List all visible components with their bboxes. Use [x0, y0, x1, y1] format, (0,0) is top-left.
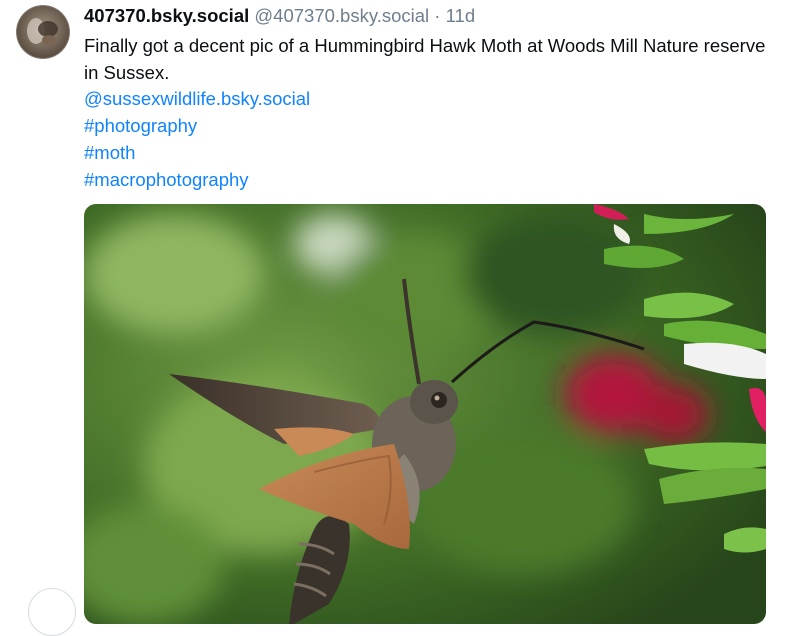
post-image[interactable]: [84, 204, 766, 624]
post-text: Finally got a decent pic of a Hummingbir…: [84, 35, 766, 83]
floating-action-icon[interactable]: [28, 588, 76, 636]
hashtag-macrophotography[interactable]: #macrophotography: [84, 167, 784, 194]
hashtag-photography[interactable]: #photography: [84, 113, 784, 140]
header-separator: ·: [429, 5, 446, 26]
avatar-image: [16, 5, 70, 59]
hashtag-moth[interactable]: #moth: [84, 140, 784, 167]
user-avatar[interactable]: [16, 5, 70, 59]
mention-link[interactable]: @sussexwildlife.bsky.social: [84, 86, 784, 113]
post-age[interactable]: 11d: [446, 5, 476, 26]
post-card: 407370.bsky.social @407370.bsky.social ·…: [0, 0, 800, 636]
moth-photo: [84, 204, 766, 624]
post-header: 407370.bsky.social @407370.bsky.social ·…: [84, 5, 475, 27]
author-display-name[interactable]: 407370.bsky.social: [84, 5, 249, 26]
author-handle[interactable]: @407370.bsky.social: [254, 5, 429, 26]
post-body: Finally got a decent pic of a Hummingbir…: [84, 33, 784, 193]
